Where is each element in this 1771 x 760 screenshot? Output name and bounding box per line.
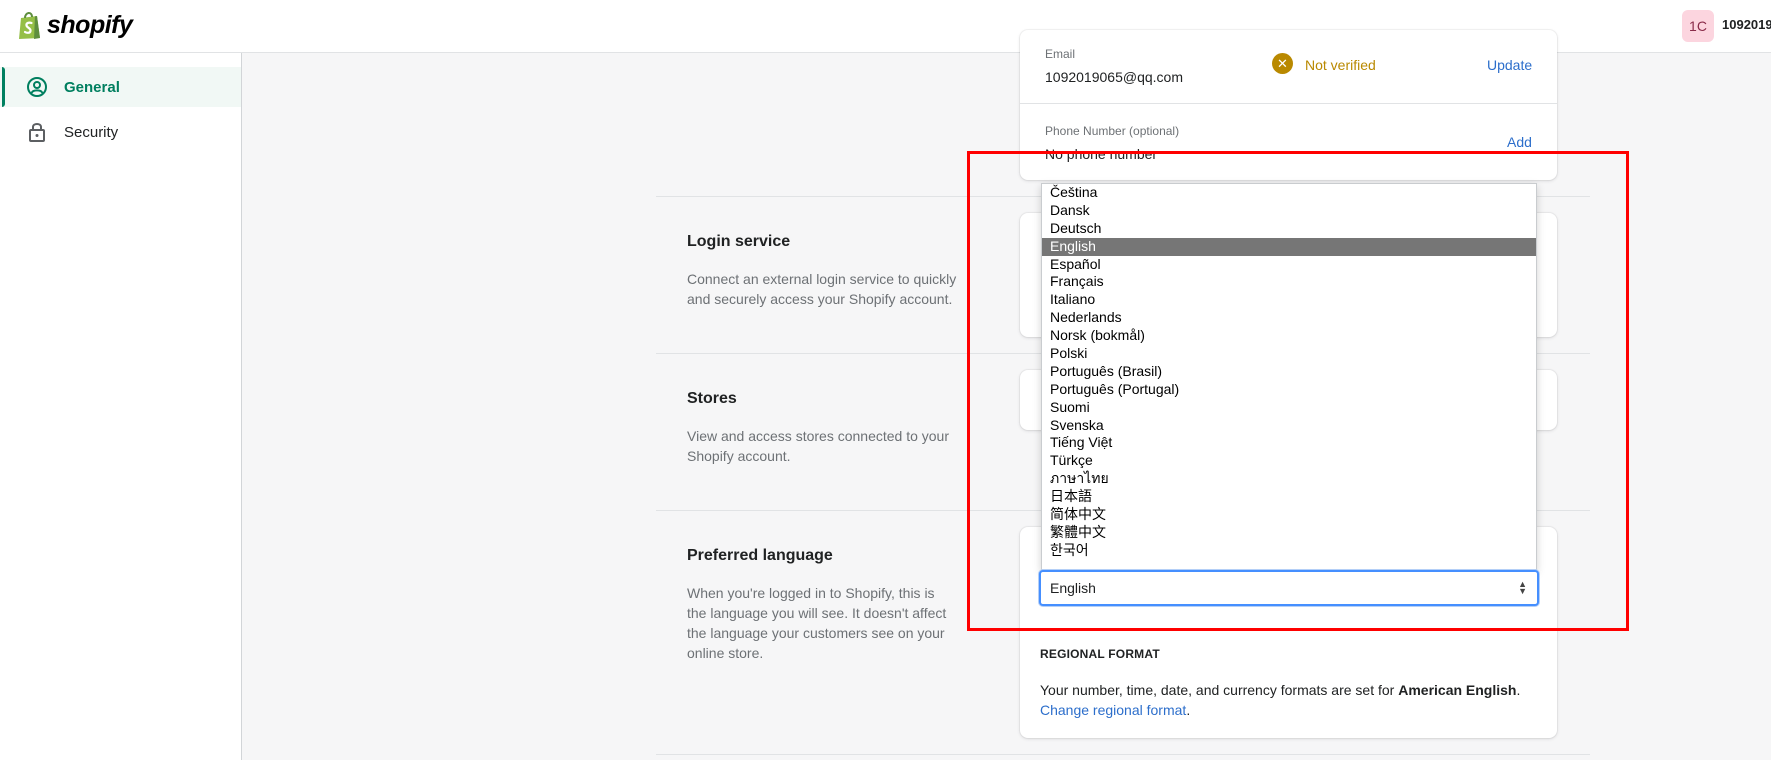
user-circle-icon (26, 76, 48, 98)
regional-link-suffix: . (1186, 702, 1191, 718)
lock-icon (26, 121, 48, 143)
login-service-description: Connect an external login service to qui… (687, 271, 957, 307)
language-option[interactable]: 繁體中文 (1042, 524, 1536, 542)
phone-label: Phone Number (optional) (1045, 124, 1180, 138)
language-option[interactable]: Türkçe (1042, 452, 1536, 470)
sidebar-item-security[interactable]: Security (0, 112, 241, 152)
regional-text-prefix: Your number, time, date, and currency fo… (1040, 682, 1399, 698)
stores-title: Stores (687, 390, 737, 407)
language-option[interactable]: Dansk (1042, 202, 1536, 220)
language-option[interactable]: Deutsch (1042, 220, 1536, 238)
email-value: 1092019065@qq.com (1045, 69, 1183, 85)
regional-text-suffix: . (1516, 682, 1521, 698)
language-select-value: English (1050, 580, 1096, 596)
phone-value: No phone number (1045, 146, 1158, 162)
divider (1020, 103, 1557, 104)
language-option[interactable]: 简体中文 (1042, 506, 1536, 524)
sidebar-item-label: General (64, 78, 120, 96)
language-option[interactable]: ภาษาไทย (1042, 470, 1536, 488)
language-option[interactable]: Português (Brasil) (1042, 363, 1536, 381)
logo-wordmark: shopify (47, 10, 133, 39)
sidebar-item-general[interactable]: General (0, 67, 241, 107)
language-select[interactable]: English ▲ ▼ (1039, 570, 1539, 606)
section-divider (656, 754, 1590, 755)
language-option[interactable]: Tiếng Việt (1042, 434, 1536, 452)
regional-format-title: REGIONAL FORMAT (1040, 647, 1160, 661)
regional-format-text: Your number, time, date, and currency fo… (1040, 680, 1520, 720)
language-option[interactable]: Suomi (1042, 399, 1536, 417)
close-circle-icon: ✕ (1272, 53, 1293, 74)
language-option[interactable]: Español (1042, 256, 1536, 274)
preferred-language-description: When you're logged in to Shopify, this i… (687, 585, 947, 661)
add-phone-link[interactable]: Add (1507, 134, 1532, 150)
stores-description: View and access stores connected to your… (687, 428, 950, 464)
select-arrows-icon: ▲ ▼ (1518, 579, 1527, 596)
language-option[interactable]: Norsk (bokmål) (1042, 327, 1536, 345)
account-name[interactable]: 109201906 (1722, 17, 1771, 32)
language-option[interactable]: Svenska (1042, 417, 1536, 435)
update-email-link[interactable]: Update (1487, 57, 1532, 73)
sidebar-item-label: Security (64, 123, 119, 141)
regional-format-name: American English (1398, 682, 1517, 698)
contact-card: Email 1092019065@qq.com Phone Number (op… (1020, 30, 1557, 180)
email-status: Not verified (1305, 57, 1376, 73)
sidebar: General Security (0, 53, 242, 760)
language-option[interactable]: Italiano (1042, 291, 1536, 309)
shopify-logo[interactable]: shopify (17, 10, 133, 40)
email-label: Email (1045, 47, 1076, 61)
shopify-bag-icon (19, 12, 40, 39)
avatar[interactable]: 1C (1682, 10, 1714, 42)
language-option[interactable]: Français (1042, 273, 1536, 291)
language-option-selected[interactable]: English (1042, 237, 1536, 256)
login-service-title: Login service (687, 233, 791, 250)
preferred-language-title: Preferred language (687, 547, 833, 564)
language-option[interactable]: 日本語 (1042, 488, 1536, 506)
language-option[interactable]: 한국어 (1042, 542, 1536, 560)
language-dropdown-list[interactable]: Čeština Dansk Deutsch English Español Fr… (1041, 183, 1537, 570)
language-option[interactable]: Nederlands (1042, 309, 1536, 327)
language-option[interactable]: Čeština (1042, 184, 1536, 202)
change-regional-format-link[interactable]: Change regional format (1040, 702, 1186, 718)
language-option[interactable]: Polski (1042, 345, 1536, 363)
language-option[interactable]: Português (Portugal) (1042, 381, 1536, 399)
